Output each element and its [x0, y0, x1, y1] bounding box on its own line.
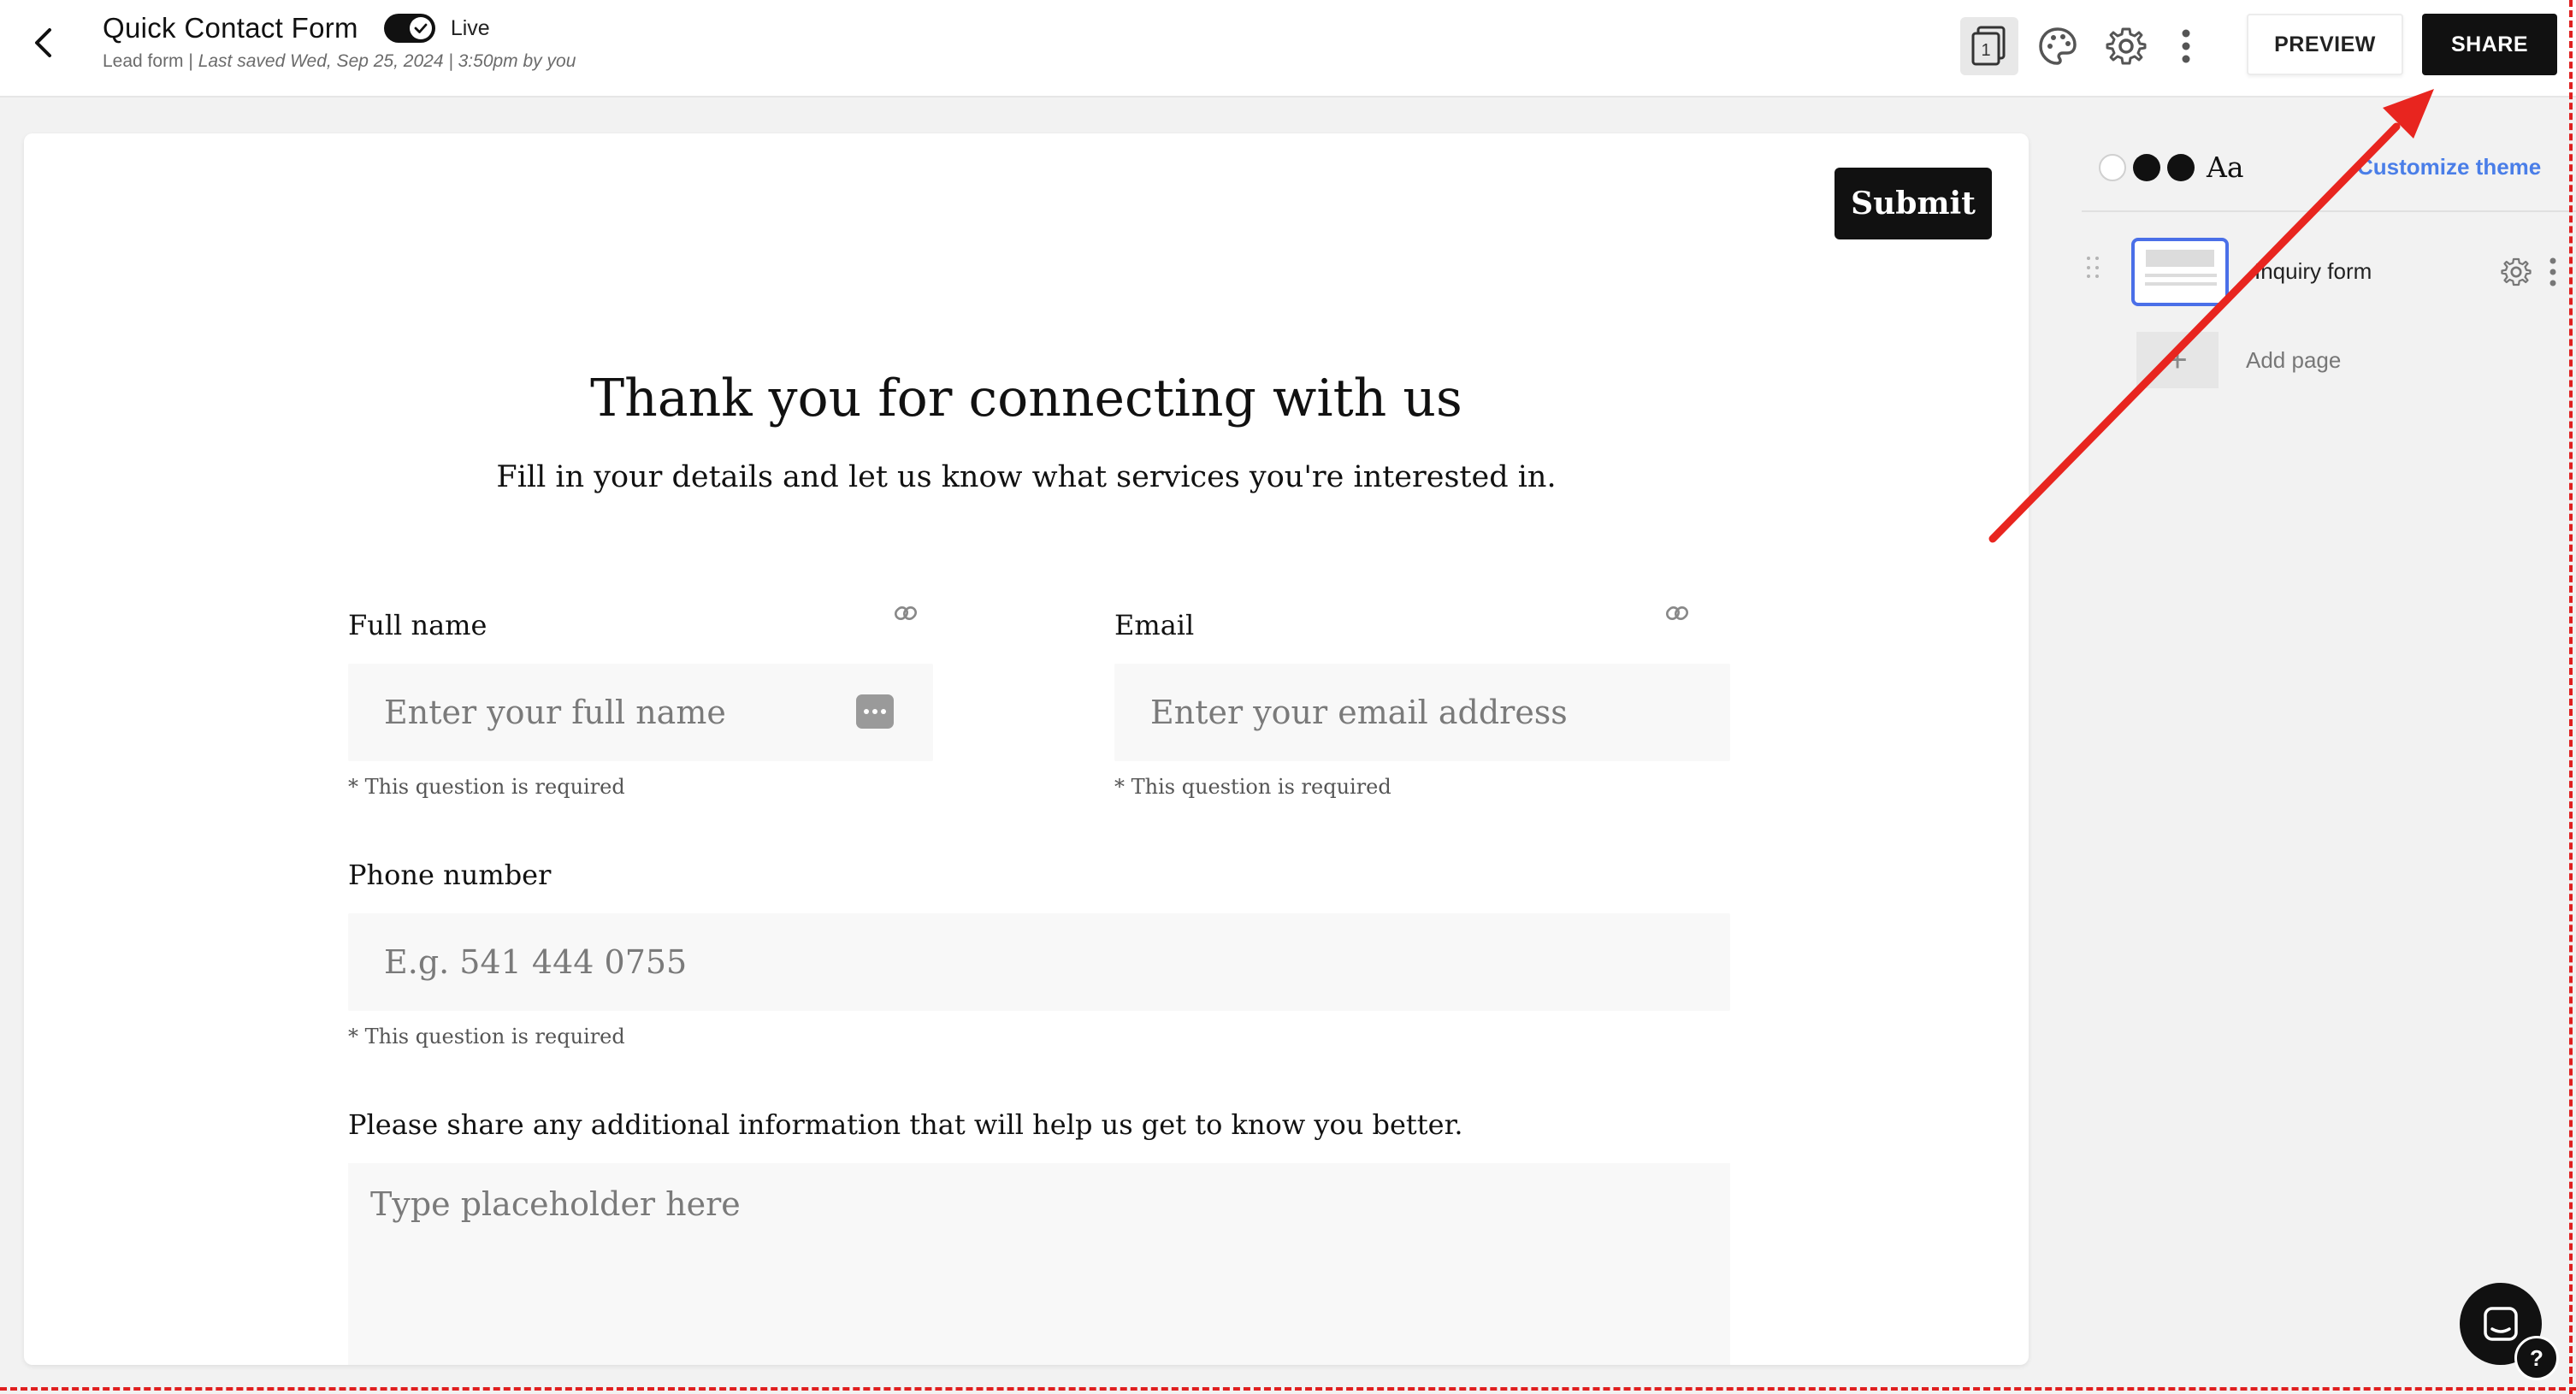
additional-info-placeholder: Type placeholder here: [370, 1185, 741, 1223]
full-name-input[interactable]: Enter your full name: [348, 664, 933, 761]
font-sample: Aa: [2207, 151, 2244, 184]
phone-placeholder: E.g. 541 444 0755: [384, 943, 688, 981]
email-label[interactable]: Email: [1114, 609, 1194, 641]
form-subheading[interactable]: Fill in your details and let us know wha…: [24, 460, 2029, 494]
back-button[interactable]: [26, 26, 60, 60]
pages-panel: Aa Customize theme Inquiry form + Add pa…: [2061, 99, 2576, 1382]
additional-info-label[interactable]: Please share any additional information …: [348, 1108, 1463, 1141]
theme-button[interactable]: [2029, 17, 2087, 75]
form-canvas: Submit Thank you for connecting with us …: [24, 133, 2029, 1365]
form-subtitle: Lead form | Last saved Wed, Sep 25, 2024…: [103, 51, 576, 72]
toggle-knob: [409, 17, 432, 39]
share-button[interactable]: SHARE: [2422, 14, 2557, 75]
live-status-label: Live: [450, 15, 490, 40]
divider: [2082, 210, 2576, 212]
form-type-label: Lead form |: [103, 51, 198, 71]
palette-icon: [2039, 27, 2077, 65]
chat-icon: [2484, 1307, 2518, 1341]
annotation-dashed-border-right: [2569, 0, 2573, 1394]
page-item[interactable]: Inquiry form: [2087, 236, 2566, 313]
pages-count: 1: [1981, 41, 1990, 60]
form-title: Quick Contact Form: [103, 12, 358, 44]
check-icon: [414, 23, 428, 33]
plus-icon: +: [2136, 332, 2219, 388]
link-icon[interactable]: [1664, 600, 1690, 626]
email-placeholder: Enter your email address: [1150, 694, 1568, 731]
gear-icon[interactable]: [2501, 257, 2532, 287]
full-name-required-note: * This question is required: [348, 775, 625, 799]
annotation-dashed-border-bottom: [0, 1387, 2576, 1391]
phone-label[interactable]: Phone number: [348, 859, 551, 891]
customize-theme-link[interactable]: Customize theme: [2357, 154, 2541, 180]
theme-preview[interactable]: Aa: [2099, 151, 2244, 184]
more-options-button[interactable]: [2165, 17, 2207, 75]
chevron-left-icon: [35, 28, 51, 57]
autofill-icon[interactable]: [856, 694, 894, 729]
page-name[interactable]: Inquiry form: [2254, 258, 2372, 285]
additional-info-textarea[interactable]: Type placeholder here: [348, 1163, 1730, 1365]
more-vertical-icon[interactable]: [2547, 257, 2559, 287]
page-thumbnail[interactable]: [2131, 238, 2229, 306]
preview-button[interactable]: PREVIEW: [2247, 14, 2403, 75]
title-row: Quick Contact Form Live: [103, 12, 490, 44]
pages-button[interactable]: 1: [1960, 17, 2018, 75]
phone-required-note: * This question is required: [348, 1025, 625, 1048]
more-vertical-icon: [2182, 29, 2190, 63]
add-page-button[interactable]: + Add page: [2136, 332, 2341, 388]
top-bar: Quick Contact Form Live Lead form | Last…: [0, 0, 2576, 97]
drag-handle-icon[interactable]: [2087, 257, 2100, 281]
add-page-label: Add page: [2246, 346, 2342, 373]
submit-button[interactable]: Submit: [1835, 168, 1992, 239]
help-button[interactable]: ?: [2514, 1336, 2559, 1380]
pages-icon: 1: [1971, 26, 2006, 66]
primary-color-swatch: [2133, 153, 2160, 181]
last-saved-label: Last saved Wed, Sep 25, 2024 | 3:50pm by…: [198, 51, 576, 71]
secondary-color-swatch: [2167, 153, 2195, 181]
settings-button[interactable]: [2097, 17, 2155, 75]
full-name-label[interactable]: Full name: [348, 609, 487, 641]
form-heading[interactable]: Thank you for connecting with us: [24, 369, 2029, 428]
background-color-swatch: [2099, 153, 2126, 181]
phone-input[interactable]: E.g. 541 444 0755: [348, 913, 1730, 1011]
gear-icon: [2106, 27, 2147, 65]
live-toggle[interactable]: [383, 14, 435, 43]
link-icon[interactable]: [893, 600, 919, 626]
email-input[interactable]: Enter your email address: [1114, 664, 1730, 761]
email-required-note: * This question is required: [1114, 775, 1391, 799]
full-name-placeholder: Enter your full name: [384, 694, 726, 731]
